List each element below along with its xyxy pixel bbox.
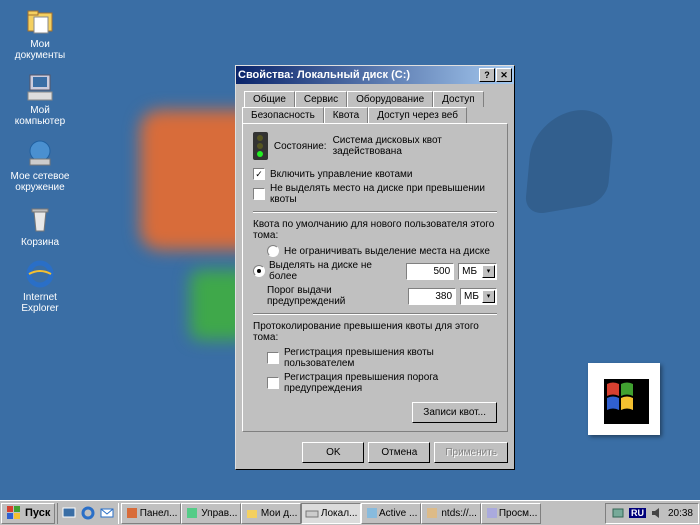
tab-sharing[interactable]: Доступ — [433, 91, 484, 107]
chevron-down-icon: ▾ — [482, 265, 495, 278]
app-icon — [425, 506, 439, 520]
tab-hardware[interactable]: Оборудование — [347, 91, 433, 107]
app-icon — [365, 506, 377, 520]
desktop-icon-label: Моидокументы — [15, 39, 66, 61]
app-icon — [185, 506, 199, 520]
checkbox-label: Включить управление квотами — [270, 169, 413, 180]
quick-launch — [57, 503, 119, 524]
windows-flag-icon — [599, 374, 649, 424]
desktop-icon-network[interactable]: Мое сетевоеокружение — [5, 137, 75, 193]
clock[interactable]: 20:38 — [668, 508, 693, 519]
ql-desktop[interactable] — [60, 504, 78, 522]
task-button[interactable]: ntds://... — [421, 503, 481, 524]
task-button[interactable]: Локал... — [301, 503, 361, 524]
status-label: Состояние: — [274, 141, 327, 152]
app-icon — [125, 506, 137, 520]
chevron-down-icon: ▾ — [482, 290, 495, 303]
desktop-icon-label: Корзина — [21, 237, 59, 248]
quota-entries-button[interactable]: Записи квот... — [412, 402, 497, 423]
language-indicator[interactable]: RU — [629, 508, 646, 518]
close-button[interactable]: ✕ — [496, 68, 512, 82]
app-icon — [485, 506, 496, 520]
default-quota-label: Квота по умолчанию для нового пользовате… — [253, 219, 497, 241]
checkbox-label: Регистрация превышения порога предупрежд… — [284, 372, 497, 394]
tabs-row-1: Общие Сервис Оборудование Доступ — [244, 90, 508, 106]
status-text: Система дисковых квот задействована — [333, 135, 497, 157]
task-button[interactable]: Мои д... — [241, 503, 301, 524]
start-label: Пуск — [25, 507, 50, 519]
tab-security[interactable]: Безопасность — [242, 107, 324, 124]
properties-dialog: Свойства: Локальный диск (C:) ? ✕ Общие … — [235, 65, 515, 470]
task-button[interactable]: Управ... — [181, 503, 241, 524]
tab-general[interactable]: Общие — [244, 91, 295, 107]
apply-button[interactable]: Применить — [434, 442, 508, 463]
radio-label: Выделять на диске не более — [269, 260, 398, 282]
warning-label: Порог выдачи предупреждений — [267, 285, 400, 307]
desktop-icon — [62, 506, 76, 520]
tab-tools[interactable]: Сервис — [295, 91, 347, 107]
checkbox-deny-disk[interactable] — [253, 188, 265, 200]
desktop-icons: Моидокументы Мойкомпьютер Мое сетевоеокр… — [5, 5, 75, 314]
desktop-icon-my-computer[interactable]: Мойкомпьютер — [5, 71, 75, 127]
task-button[interactable]: Active ... — [361, 503, 421, 524]
folder-icon — [245, 506, 258, 520]
checkbox-enable-quota[interactable] — [253, 168, 265, 180]
checkbox-label: Регистрация превышения квоты пользовател… — [284, 347, 497, 369]
radio-unlimited[interactable] — [267, 245, 279, 257]
windows-flag-icon — [6, 505, 22, 521]
taskbar: Пуск Панел... Управ... Мои д... Локал...… — [0, 500, 700, 525]
network-icon — [24, 137, 56, 169]
start-button[interactable]: Пуск — [1, 503, 55, 524]
limit-input[interactable] — [406, 263, 454, 280]
warning-input[interactable] — [408, 288, 456, 305]
tab-web[interactable]: Доступ через веб — [368, 107, 467, 124]
desktop-icon-my-documents[interactable]: Моидокументы — [5, 5, 75, 61]
tabs-row-2: Безопасность Квота Доступ через веб — [242, 106, 508, 123]
desktop-icon-label: Мое сетевоеокружение — [11, 171, 70, 193]
ql-ie[interactable] — [79, 504, 97, 522]
quota-panel: Состояние: Система дисковых квот задейст… — [242, 123, 508, 432]
tab-quota[interactable]: Квота — [324, 107, 368, 124]
volume-icon[interactable] — [650, 506, 664, 520]
wallpaper-figure — [524, 104, 616, 216]
mail-icon — [100, 506, 114, 520]
radio-label: Не ограничивать выделение места на диске — [284, 246, 490, 257]
limit-unit-select[interactable]: МБ▾ — [458, 263, 497, 280]
checkbox-label: Не выделять место на диске при превышени… — [270, 183, 497, 205]
ql-outlook[interactable] — [98, 504, 116, 522]
cancel-button[interactable]: Отмена — [368, 442, 430, 463]
checkbox-log-user[interactable] — [267, 352, 279, 364]
help-button[interactable]: ? — [479, 68, 495, 82]
desktop-icon-recycle-bin[interactable]: Корзина — [5, 203, 75, 248]
warning-unit-select[interactable]: МБ▾ — [460, 288, 497, 305]
folder-icon — [24, 5, 56, 37]
drive-icon — [305, 506, 319, 520]
task-button[interactable]: Панел... — [121, 503, 181, 524]
computer-icon — [24, 71, 56, 103]
trash-icon — [24, 203, 56, 235]
windows-logo — [588, 363, 660, 435]
traffic-light-icon — [253, 132, 268, 160]
system-tray: RU 20:38 — [605, 503, 699, 524]
ie-icon — [81, 506, 95, 520]
desktop-icon-ie[interactable]: InternetExplorer — [5, 258, 75, 314]
taskbar-buttons: Панел... Управ... Мои д... Локал... Acti… — [121, 503, 605, 524]
ok-button[interactable]: OK — [302, 442, 364, 463]
desktop-icon-label: InternetExplorer — [21, 292, 58, 314]
logging-label: Протоколирование превышения квоты для эт… — [253, 321, 497, 343]
desktop-icon-label: Мойкомпьютер — [15, 105, 65, 127]
task-button[interactable]: Просм... — [481, 503, 541, 524]
tray-icon[interactable] — [611, 506, 625, 520]
checkbox-log-warning[interactable] — [267, 377, 279, 389]
ie-icon — [24, 258, 56, 290]
radio-limit[interactable] — [253, 265, 265, 277]
titlebar[interactable]: Свойства: Локальный диск (C:) ? ✕ — [236, 66, 514, 84]
dialog-title: Свойства: Локальный диск (C:) — [238, 69, 478, 81]
